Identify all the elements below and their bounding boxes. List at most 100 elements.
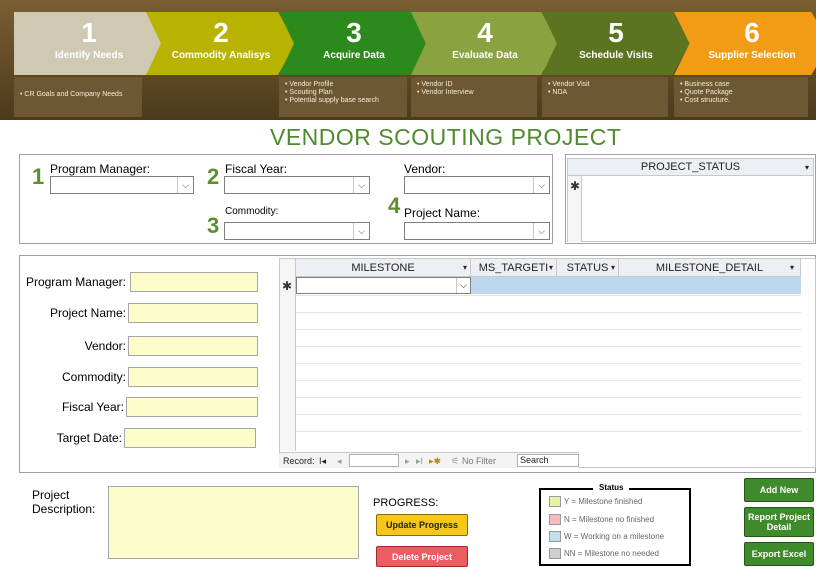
milestone-new-combo[interactable]: ⌵ — [296, 277, 471, 294]
step-number: 2 — [213, 17, 229, 48]
vendor-field[interactable] — [128, 336, 258, 356]
delete-project-button[interactable]: Delete Project — [376, 546, 468, 567]
step-detail-item: • Vendor Visit — [548, 81, 590, 88]
new-record-button[interactable]: ▸✱ — [429, 453, 441, 469]
commodity-label: Commodity: — [61, 370, 126, 384]
add-new-button[interactable]: Add New — [744, 478, 814, 502]
step-number-4: 4 — [388, 193, 401, 218]
process-step-5: 5 Schedule Visits — [542, 12, 690, 75]
column-dropdown-icon[interactable]: ▾ — [611, 259, 615, 277]
process-step-4: 4 Evaluate Data — [411, 12, 559, 75]
chevron-down-icon[interactable]: ⌵ — [533, 177, 549, 193]
column-header-milestone[interactable]: MILESTONE ▾ — [296, 259, 471, 277]
project-description-field[interactable] — [108, 486, 359, 559]
target-date-field[interactable] — [124, 428, 256, 448]
step-detail-item: • Business case — [680, 81, 730, 88]
milestone-new-row-cells[interactable] — [471, 277, 801, 294]
project-status-header-label: PROJECT_STATUS — [640, 161, 741, 173]
legend-item-working: W = Working on a milestone — [549, 531, 664, 543]
prev-record-button[interactable]: ◂ — [337, 453, 342, 469]
swatch-working — [549, 531, 561, 543]
fiscal-year-field[interactable] — [126, 397, 258, 417]
column-header-label: MILESTONE_DETAIL — [655, 262, 764, 274]
step-label: Acquire Data — [323, 50, 385, 61]
report-project-detail-button[interactable]: Report Project Detail — [744, 507, 814, 537]
legend-item-not-finished: N = Milestone no finished — [549, 514, 654, 526]
column-dropdown-icon[interactable]: ▾ — [463, 259, 467, 277]
chevron-down-icon[interactable]: ⌵ — [177, 177, 193, 193]
chevron-down-icon[interactable]: ⌵ — [533, 223, 549, 239]
column-dropdown-icon[interactable]: ▾ — [549, 259, 553, 277]
process-step-details-4: • Vendor ID • Vendor Interview — [411, 77, 537, 117]
step-number-1: 1 — [32, 164, 45, 189]
program-manager-filter-label: Program Manager: — [50, 162, 151, 176]
step-detail-item: • CR Goals and Company Needs — [20, 91, 123, 98]
grid-line — [296, 397, 801, 398]
program-manager-field[interactable] — [130, 272, 258, 292]
step-number-3: 3 — [207, 213, 220, 238]
step-number: 5 — [608, 17, 624, 48]
commodity-filter-combo[interactable]: ⌵ — [224, 222, 370, 240]
swatch-not-finished — [549, 514, 561, 526]
column-header-label: STATUS — [566, 262, 609, 274]
fiscal-year-filter-label: Fiscal Year: — [225, 162, 288, 176]
vendor-scouting-form: 1 Identify Needs 2 Commodity Analisys 3 Acqui… — [0, 0, 816, 567]
update-progress-button[interactable]: Update Progress — [376, 514, 468, 536]
process-banner: 1 Identify Needs 2 Commodity Analisys 3 Acqui… — [0, 0, 816, 120]
step-detail-item: • Cost structure. — [680, 97, 730, 104]
grid-line — [296, 346, 801, 347]
step-label: Commodity Analisys — [171, 50, 271, 61]
step-label: Identify Needs — [54, 50, 124, 61]
no-filter-toggle[interactable]: No Filter — [462, 453, 496, 469]
last-record-button[interactable]: ▸I — [416, 453, 423, 469]
legend-item-text: W = Working on a milestone — [564, 532, 665, 541]
chevron-down-icon[interactable]: ⌵ — [456, 278, 470, 293]
column-dropdown-icon[interactable]: ▾ — [805, 159, 809, 176]
process-step-2: 2 Commodity Analisys — [146, 12, 296, 75]
export-excel-button[interactable]: Export Excel — [744, 542, 814, 566]
fiscal-year-filter-combo[interactable]: ⌵ — [224, 176, 370, 194]
column-header-milestone-detail[interactable]: MILESTONE_DETAIL ▾ — [619, 259, 801, 277]
chevron-down-icon[interactable]: ⌵ — [353, 223, 369, 239]
project-name-label: Project Name: — [49, 306, 126, 320]
program-manager-label: Program Manager: — [25, 275, 126, 289]
process-step-6: 6 Supplier Selection — [674, 12, 816, 75]
column-header-ms-target[interactable]: MS_TARGETI ▾ — [471, 259, 557, 277]
process-step-details-1: • CR Goals and Company Needs — [14, 77, 142, 117]
grid-line — [296, 380, 801, 381]
legend-item-text: Y = Milestone finished — [564, 497, 643, 506]
legend-item-not-needed: NN = Milestone no needed — [549, 548, 659, 560]
step-detail-item: • Vendor ID — [417, 81, 453, 88]
program-manager-filter-combo[interactable]: ⌵ — [50, 176, 194, 194]
step-label: Evaluate Data — [452, 50, 518, 61]
vendor-filter-label: Vendor: — [404, 162, 446, 176]
project-name-field[interactable] — [128, 303, 258, 323]
project-description-label: Project Description: — [32, 488, 96, 516]
record-navigation-bar: Record: I◂ ◂ ▸ ▸I ▸✱ ⚟ No Filter Search — [279, 452, 579, 468]
step-number: 6 — [744, 17, 760, 48]
progress-label: PROGRESS: — [373, 497, 439, 509]
new-record-icon: ✱ — [282, 279, 293, 293]
vendor-filter-combo[interactable]: ⌵ — [404, 176, 550, 194]
commodity-field[interactable] — [128, 367, 258, 387]
column-header-status[interactable]: STATUS ▾ — [557, 259, 619, 277]
step-number: 1 — [81, 17, 97, 48]
search-input[interactable]: Search — [517, 454, 579, 467]
page-title: VENDOR SCOUTING PROJECT — [270, 124, 622, 150]
record-number-input[interactable] — [349, 454, 399, 467]
grid-line — [296, 431, 801, 432]
next-record-button[interactable]: ▸ — [405, 453, 410, 469]
milestone-grid[interactable]: MILESTONE ▾ MS_TARGETI ▾ STATUS ▾ MILESTONE… — [279, 258, 816, 468]
project-status-grid[interactable]: PROJECT_STATUS ▾ ✱ — [567, 158, 814, 242]
step-detail-item: • Vendor Interview — [417, 89, 474, 96]
chevron-down-icon[interactable]: ⌵ — [353, 177, 369, 193]
column-dropdown-icon[interactable]: ▾ — [790, 259, 794, 277]
first-record-button[interactable]: I◂ — [319, 453, 326, 469]
step-detail-item: • Quote Package — [680, 89, 733, 96]
swatch-not-needed — [549, 548, 561, 560]
swatch-finished — [549, 496, 561, 508]
project-name-filter-combo[interactable]: ⌵ — [404, 222, 550, 240]
project-status-header[interactable]: PROJECT_STATUS ▾ — [568, 159, 813, 176]
step-detail-item: • Vendor Profile — [285, 81, 334, 88]
legend-item-text: N = Milestone no finished — [564, 515, 655, 524]
